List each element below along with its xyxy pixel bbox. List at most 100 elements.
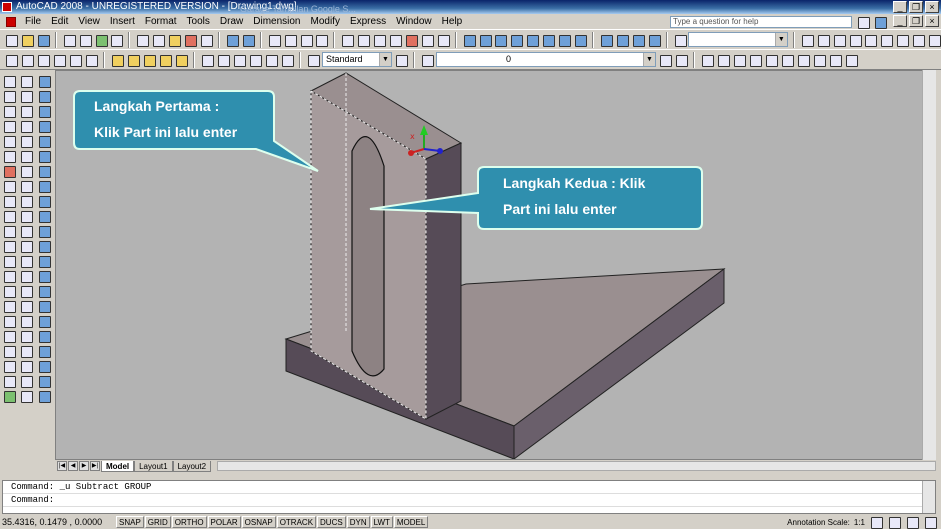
no-icon[interactable] <box>68 53 82 67</box>
3d-pan-icon[interactable] <box>848 33 862 47</box>
dim-radius-icon[interactable] <box>174 53 188 67</box>
mtext-icon[interactable] <box>2 344 16 358</box>
layer-manager-icon[interactable] <box>420 53 434 67</box>
torus-icon[interactable] <box>37 164 51 178</box>
polyline-draw-icon[interactable] <box>2 104 16 118</box>
zoom-all-icon[interactable] <box>828 53 842 67</box>
drawing-canvas[interactable]: x Langkah Pertama : Klik Part ini lalu e… <box>55 70 936 460</box>
menu-edit[interactable]: Edit <box>46 14 73 29</box>
dim-ordinate-icon[interactable] <box>158 53 172 67</box>
ellipse-icon[interactable] <box>2 209 16 223</box>
save-icon[interactable] <box>36 33 50 47</box>
doc-close-button[interactable]: × <box>925 15 939 27</box>
search-icon[interactable] <box>856 15 870 29</box>
array-icon[interactable] <box>19 134 33 148</box>
zoom-previous-icon[interactable] <box>314 33 329 47</box>
planar-surface-icon[interactable] <box>37 209 51 223</box>
spline-icon[interactable] <box>2 194 16 208</box>
menu-view[interactable]: View <box>73 14 105 29</box>
dyn-toggle[interactable]: DYN <box>346 516 370 528</box>
paste-icon[interactable] <box>167 33 182 47</box>
cut-icon[interactable] <box>135 33 150 47</box>
gradient-icon[interactable] <box>2 299 16 313</box>
snap-endpoint-icon[interactable] <box>19 329 33 343</box>
tool-palettes-icon[interactable] <box>372 33 387 47</box>
sphere-icon[interactable] <box>37 134 51 148</box>
otrack-toggle[interactable]: OTRACK <box>276 516 317 528</box>
polygon-icon[interactable] <box>2 119 16 133</box>
restore-button[interactable]: ❐ <box>909 1 923 13</box>
scale-icon[interactable] <box>19 179 33 193</box>
3d-swivel-icon[interactable] <box>879 33 894 47</box>
region-icon[interactable] <box>2 314 16 328</box>
layer-previous-icon[interactable] <box>674 53 688 67</box>
loft-icon[interactable] <box>37 284 51 298</box>
publish-icon[interactable] <box>94 33 108 47</box>
sweep-icon[interactable] <box>37 254 51 268</box>
block-editor-icon[interactable] <box>199 33 213 47</box>
view-front-icon[interactable] <box>525 33 540 47</box>
mirror-icon[interactable] <box>19 104 33 118</box>
extrude-icon[interactable] <box>37 224 51 238</box>
pyramid-icon[interactable] <box>37 179 51 193</box>
menu-tools[interactable]: Tools <box>182 14 215 29</box>
chamfer-icon[interactable] <box>19 269 33 283</box>
zoom-realtime-icon[interactable] <box>283 33 297 47</box>
text-style-combo[interactable]: Standard ▼ <box>322 52 392 67</box>
coordinate-readout[interactable]: 35.4316, 0.1479 , 0.0000 <box>2 517 116 527</box>
open-icon[interactable] <box>20 33 34 47</box>
snap-quadrant-icon[interactable] <box>19 389 33 403</box>
hatch-icon[interactable] <box>2 284 16 298</box>
lock-icon[interactable] <box>887 515 901 529</box>
doc-restore-button[interactable]: ❐ <box>909 15 923 27</box>
last-tab-icon[interactable]: ▶| <box>90 461 100 471</box>
cone-icon[interactable] <box>37 119 51 133</box>
calculator-icon[interactable] <box>420 33 434 47</box>
menu-insert[interactable]: Insert <box>105 14 140 29</box>
3d-array-icon[interactable] <box>37 389 51 403</box>
clean-icon[interactable] <box>36 53 50 67</box>
annotation-visibility-icon[interactable] <box>869 515 883 529</box>
zoom-out-icon[interactable] <box>816 33 830 47</box>
fillet-icon[interactable] <box>19 284 33 298</box>
stretch-icon[interactable] <box>19 194 33 208</box>
layer-combo[interactable]: 0 ▼ <box>436 52 656 67</box>
camera-icon[interactable] <box>927 33 941 47</box>
visual-style-2d-icon[interactable] <box>599 33 613 47</box>
copy-icon[interactable] <box>151 33 166 47</box>
dim-center-icon[interactable] <box>280 53 294 67</box>
modify-icon[interactable] <box>2 389 16 403</box>
menu-dimension[interactable]: Dimension <box>248 14 305 29</box>
help-toolbar-icon[interactable] <box>436 33 450 47</box>
redo-icon[interactable] <box>241 33 255 47</box>
print-icon[interactable] <box>62 33 76 47</box>
command-scrollbar[interactable] <box>922 481 935 513</box>
snap-midpoint-icon[interactable] <box>19 344 33 358</box>
triangle-icon[interactable] <box>84 53 98 67</box>
join-icon[interactable] <box>19 254 33 268</box>
dim-space-icon[interactable] <box>232 53 246 67</box>
help-icon[interactable] <box>873 15 887 29</box>
zoom-scale-icon[interactable] <box>748 53 762 67</box>
properties-icon[interactable] <box>340 33 355 47</box>
ducs-toggle[interactable]: DUCS <box>317 516 346 528</box>
snap-center-icon[interactable] <box>19 374 33 388</box>
command-window[interactable]: Command: _u Subtract GROUP Command: <box>2 480 936 514</box>
zoom-out-2-icon[interactable] <box>812 53 826 67</box>
zoom-realtime-2-icon[interactable] <box>700 53 714 67</box>
polyline-icon[interactable] <box>20 53 34 67</box>
prev-tab-icon[interactable]: ◀ <box>68 461 78 471</box>
zoom-window-2-icon[interactable] <box>716 53 730 67</box>
upright-side[interactable] <box>425 142 462 420</box>
undo-icon[interactable] <box>225 33 239 47</box>
zoom-dynamic-icon[interactable] <box>732 53 746 67</box>
new-icon[interactable] <box>4 33 18 47</box>
canvas-horizontal-scrollbar[interactable] <box>217 461 936 471</box>
presspull-icon[interactable] <box>37 239 51 253</box>
menu-file[interactable]: File <box>20 14 46 29</box>
slot-cutout[interactable] <box>351 136 385 377</box>
polar-toggle[interactable]: POLAR <box>207 516 241 528</box>
table-icon[interactable] <box>2 329 16 343</box>
dim-continue-icon[interactable] <box>216 53 230 67</box>
dim-break-icon[interactable] <box>248 53 262 67</box>
